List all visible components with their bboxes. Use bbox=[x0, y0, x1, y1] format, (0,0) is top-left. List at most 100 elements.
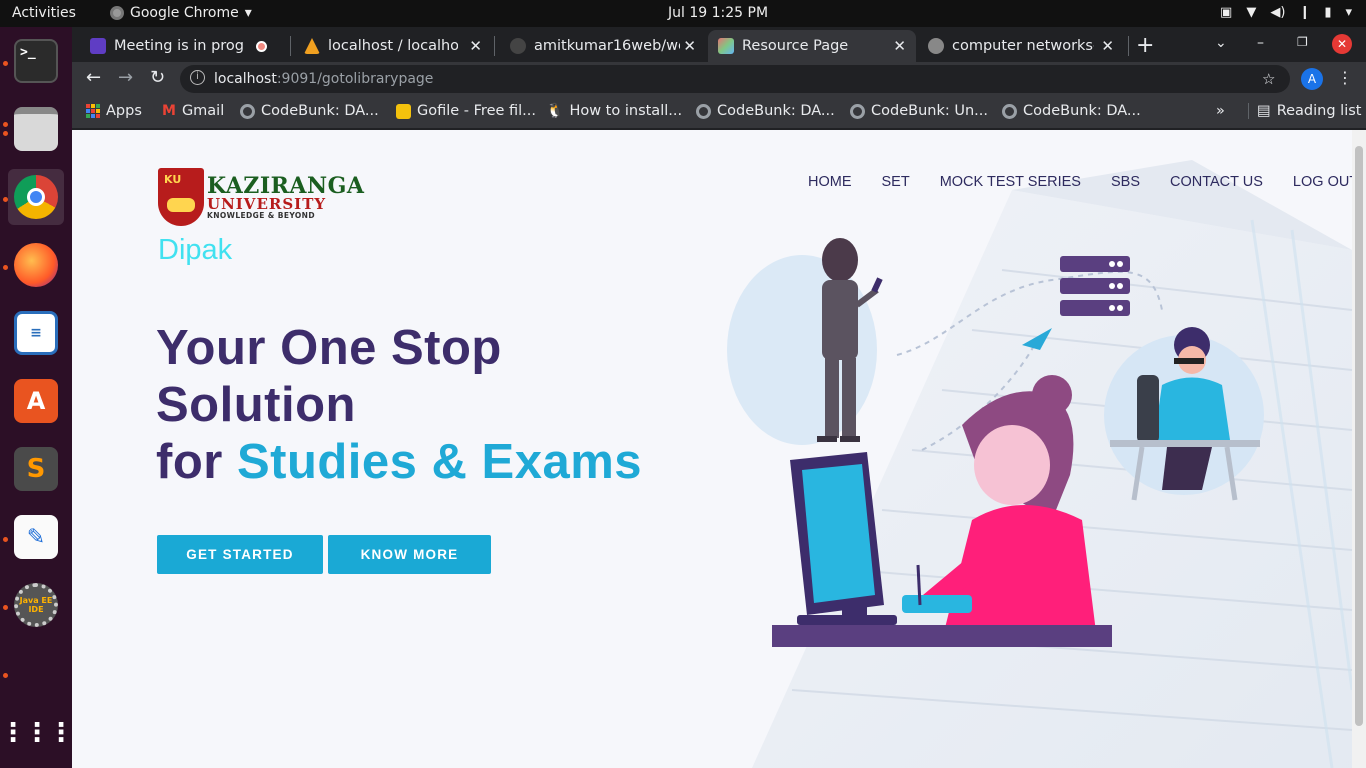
studying-illustration bbox=[727, 238, 1264, 647]
clock[interactable]: Jul 19 1:25 PM bbox=[668, 5, 768, 21]
bookmark-star-icon[interactable]: ☆ bbox=[1262, 70, 1275, 88]
dock-item-java-ide[interactable]: Java EE IDE bbox=[8, 577, 64, 633]
close-tab-icon[interactable]: ✕ bbox=[683, 37, 696, 55]
nav-sbs[interactable]: SBS bbox=[1111, 174, 1140, 190]
dock-item-software[interactable]: A bbox=[8, 373, 64, 429]
bookmark-how-to-install[interactable]: 🐧 How to install... bbox=[546, 103, 682, 119]
hero-accent: Studies & Exams bbox=[236, 435, 643, 489]
dock-item-writer[interactable]: ≡ bbox=[8, 305, 64, 361]
profile-avatar[interactable]: A bbox=[1301, 68, 1323, 90]
address-bar[interactable]: i localhost:9091/gotolibrarypage bbox=[180, 65, 1290, 93]
nav-contact-us[interactable]: CONTACT US bbox=[1170, 174, 1263, 190]
page-viewport: KU KAZIRANGA UNIVERSITY KNOWLEDGE & BEYO… bbox=[72, 130, 1366, 768]
site-info-icon[interactable]: i bbox=[190, 70, 205, 85]
nav-mock-test-series[interactable]: MOCK TEST SERIES bbox=[940, 174, 1081, 190]
reading-list-icon: ▤ bbox=[1257, 103, 1271, 119]
wifi-icon: ▼ bbox=[1246, 5, 1257, 20]
system-top-bar: Activities Google Chrome ▾ Jul 19 1:25 P… bbox=[0, 0, 1366, 27]
dock-item-chrome[interactable] bbox=[8, 169, 64, 225]
github-favicon-icon bbox=[510, 38, 526, 54]
bookmark-codebunk-3[interactable]: CodeBunk: Un... bbox=[850, 103, 988, 119]
globe-icon bbox=[928, 38, 944, 54]
minimize-icon[interactable]: – bbox=[1257, 35, 1264, 51]
new-tab-button[interactable]: + bbox=[1136, 33, 1154, 58]
close-window-icon[interactable]: ✕ bbox=[1332, 34, 1352, 54]
apps-grid-icon bbox=[86, 104, 100, 118]
system-tray[interactable]: ▣ ▼ ◀) ❙ ▮ ▾ bbox=[1220, 5, 1352, 20]
phpmyadmin-favicon-icon bbox=[304, 38, 320, 54]
username-label: Dipak bbox=[158, 234, 233, 266]
logo-line-1: KAZIRANGA bbox=[207, 172, 365, 199]
chrome-icon bbox=[14, 175, 58, 219]
bookmark-codebunk-4[interactable]: CodeBunk: DA... bbox=[1002, 103, 1141, 119]
codebunk-icon bbox=[850, 103, 865, 119]
gmail-icon: M bbox=[162, 103, 176, 119]
chevron-down-icon: ▾ bbox=[1345, 5, 1352, 20]
volume-icon: ◀) bbox=[1270, 5, 1286, 20]
dock-item-terminal[interactable]: >_ bbox=[8, 33, 64, 89]
battery-icon: ▮ bbox=[1324, 5, 1332, 20]
bookmark-codebunk-1[interactable]: CodeBunk: DA... bbox=[240, 103, 379, 119]
activities-button[interactable]: Activities bbox=[12, 5, 76, 21]
terminal-icon: >_ bbox=[14, 39, 58, 83]
nav-home[interactable]: HOME bbox=[808, 174, 852, 190]
linux-penguin-icon: 🐧 bbox=[546, 103, 564, 119]
close-tab-icon[interactable]: ✕ bbox=[1101, 37, 1114, 55]
logo-line-2: UNIVERSITY bbox=[207, 194, 327, 213]
university-logo[interactable]: KU KAZIRANGA UNIVERSITY KNOWLEDGE & BEYO… bbox=[158, 168, 364, 226]
meeting-favicon-icon bbox=[90, 38, 106, 54]
bookmark-apps[interactable]: Apps bbox=[86, 103, 142, 119]
nav-log-out[interactable]: LOG OUT bbox=[1293, 174, 1358, 190]
scrollbar-thumb[interactable] bbox=[1355, 146, 1363, 726]
logo-tagline: KNOWLEDGE & BEYOND bbox=[207, 210, 315, 220]
resource-favicon-icon bbox=[718, 38, 734, 54]
chrome-icon bbox=[110, 6, 124, 20]
tab-github[interactable]: amitkumar16web/we ✕ bbox=[500, 30, 706, 62]
browser-toolbar: ← → ↻ i localhost:9091/gotolibrarypage ☆… bbox=[72, 62, 1366, 96]
university-crest-icon: KU bbox=[158, 168, 204, 226]
tab-resource-page[interactable]: Resource Page ✕ bbox=[708, 30, 916, 62]
know-more-button[interactable]: KNOW MORE bbox=[328, 535, 491, 574]
document-icon: ≡ bbox=[14, 311, 58, 355]
running-indicator bbox=[3, 673, 8, 678]
chevron-down-icon: ▾ bbox=[244, 5, 252, 21]
app-menu[interactable]: Google Chrome ▾ bbox=[110, 5, 252, 21]
close-tab-icon[interactable]: ✕ bbox=[469, 37, 482, 55]
firefox-icon bbox=[14, 243, 58, 287]
software-store-icon: A bbox=[14, 379, 58, 423]
microphone-icon: ❙ bbox=[1299, 5, 1311, 20]
codebunk-icon bbox=[1002, 103, 1017, 119]
reload-icon[interactable]: ↻ bbox=[150, 67, 165, 88]
maximize-icon[interactable]: ❐ bbox=[1297, 35, 1308, 49]
main-nav: HOME SET MOCK TEST SERIES SBS CONTACT US… bbox=[808, 174, 1358, 190]
more-menu-icon[interactable]: ⋮ bbox=[1337, 68, 1353, 87]
java-ee-ide-icon: Java EE IDE bbox=[14, 583, 58, 627]
forward-icon[interactable]: → bbox=[118, 67, 133, 88]
reading-list-button[interactable]: ▤ Reading list bbox=[1248, 103, 1361, 119]
pencil-icon: ✎ bbox=[14, 515, 58, 559]
close-tab-icon[interactable]: ✕ bbox=[893, 37, 906, 55]
bookmark-gmail[interactable]: M Gmail bbox=[162, 103, 224, 119]
bookmark-codebunk-2[interactable]: CodeBunk: DA... bbox=[696, 103, 835, 119]
show-applications-button[interactable]: ⋮⋮⋮ bbox=[0, 705, 74, 761]
get-started-button[interactable]: GET STARTED bbox=[157, 535, 323, 574]
tab-meeting[interactable]: Meeting is in prog bbox=[80, 30, 288, 62]
camera-icon: ▣ bbox=[1220, 5, 1233, 20]
back-icon[interactable]: ← bbox=[86, 67, 101, 88]
page-scrollbar[interactable] bbox=[1352, 130, 1366, 768]
grid-icon: ⋮⋮⋮ bbox=[0, 718, 74, 748]
dock-item-firefox[interactable] bbox=[8, 237, 64, 293]
tab-strip: Meeting is in prog localhost / localhost… bbox=[72, 27, 1366, 62]
nav-set[interactable]: SET bbox=[882, 174, 910, 190]
tab-phpmyadmin[interactable]: localhost / localhost / ✕ bbox=[294, 30, 492, 62]
files-icon bbox=[14, 107, 58, 151]
bookmarks-bar: Apps M Gmail CodeBunk: DA... Gofile - Fr… bbox=[72, 96, 1366, 128]
dock-item-text-editor[interactable]: ✎ bbox=[8, 509, 64, 565]
tab-computer-networks[interactable]: computer networks-c ✕ bbox=[918, 30, 1124, 62]
bookmark-gofile[interactable]: Gofile - Free fil... bbox=[396, 103, 536, 119]
dock-item-files[interactable] bbox=[8, 101, 64, 157]
more-bookmarks-button[interactable]: » bbox=[1216, 103, 1225, 119]
dock-item-sublime[interactable]: S bbox=[8, 441, 64, 497]
hero-heading: Your One Stop Solution for Studies & Exa… bbox=[156, 321, 643, 489]
tab-search-icon[interactable]: ⌄ bbox=[1215, 35, 1227, 51]
